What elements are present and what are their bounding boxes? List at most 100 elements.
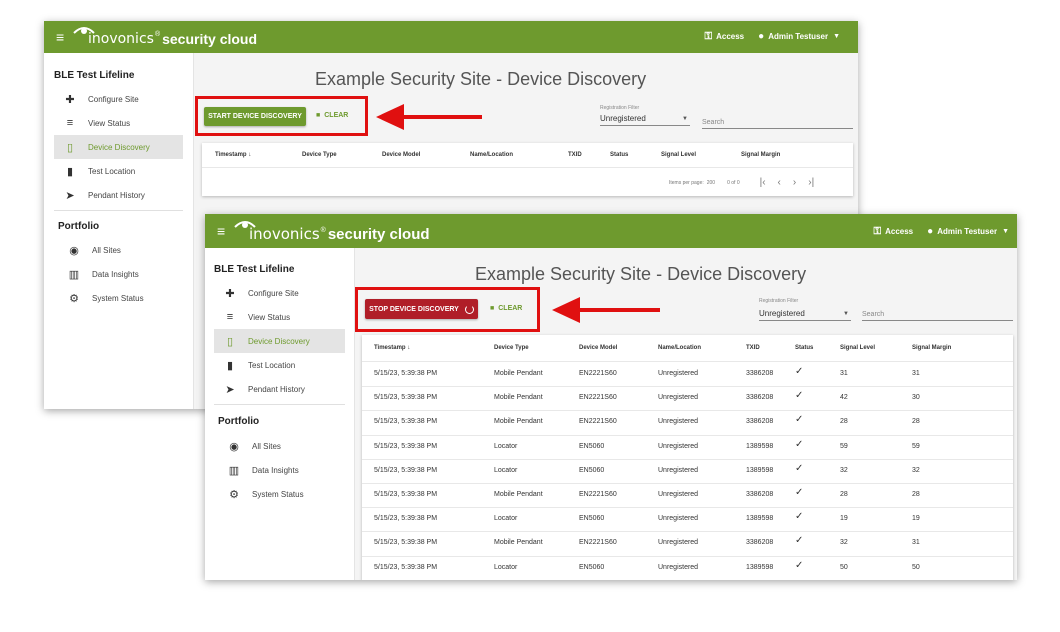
column-header[interactable]: Name/Location (470, 152, 513, 158)
column-header[interactable]: TXID (568, 152, 582, 158)
site-title: BLE Test Lifeline (214, 264, 295, 275)
key-icon: ⚿ (704, 31, 713, 42)
logo-brand: inovonics (249, 225, 320, 243)
app-window-after: ≡ inovonics ® security cloud ⚿ Access ● … (205, 214, 1017, 580)
sidebar-item-data-insights[interactable]: ▥ Data Insights (54, 262, 183, 286)
cell-timestamp: 5/15/23, 5:39:38 PM (374, 539, 438, 547)
column-header[interactable]: Status (610, 152, 628, 158)
table-row[interactable]: 5/15/23, 5:39:38 PM Locator EN5060 Unregist… (362, 459, 1013, 484)
previous-page-icon[interactable]: ‹ (778, 177, 781, 188)
sidebar-item-device-discovery[interactable]: ▯ Device Discovery (214, 329, 345, 353)
user-menu[interactable]: ● Admin Testuser ▼ (927, 226, 1009, 237)
cell-txid: 3386208 (746, 394, 774, 402)
sidebar-item-all-sites[interactable]: ◉ All Sites (54, 238, 183, 262)
check-icon: ✓ (795, 414, 804, 426)
user-icon: ● (927, 226, 934, 237)
column-header[interactable]: Timestamp ↓ (374, 345, 410, 351)
caret-down-icon: ▼ (843, 311, 849, 317)
sidebar: BLE Test Lifeline ✚ Configure Site ≡ View … (205, 248, 355, 580)
sidebar-item-configure-site[interactable]: ✚ Configure Site (54, 87, 183, 111)
cell-name-location: Unregistered (658, 491, 699, 498)
portfolio-title: Portfolio (58, 221, 100, 232)
sidebar-item-view-status[interactable]: ≡ View Status (54, 111, 183, 135)
column-header[interactable]: Signal Margin (912, 345, 951, 351)
cell-timestamp: 5/15/23, 5:39:38 PM (374, 394, 438, 402)
user-icon: ● (758, 31, 765, 42)
red-arrow-icon (376, 104, 482, 130)
cell-txid: 1389598 (746, 466, 774, 474)
last-page-icon[interactable]: ›| (808, 177, 814, 188)
sidebar-item-label: Test Location (88, 166, 136, 176)
table-row[interactable]: 5/15/23, 5:39:38 PM Locator EN5060 Unregist… (362, 507, 1013, 533)
user-menu[interactable]: ● Admin Testuser ▼ (758, 31, 840, 42)
column-header[interactable]: Name/Location (658, 345, 701, 351)
sidebar-item-label: Data Insights (92, 269, 139, 279)
app-logo[interactable]: inovonics ® security cloud (88, 31, 257, 47)
device-table: Timestamp ↓ Device Type Device Model Nam… (202, 143, 853, 196)
search-input[interactable]: Search (702, 114, 853, 129)
table-row[interactable]: 5/15/23, 5:39:38 PM Mobile Pendant EN2221S… (362, 531, 1013, 557)
start-button-highlight-box (195, 96, 368, 136)
table-row[interactable]: 5/15/23, 5:39:38 PM Mobile Pendant EN2221S… (362, 386, 1013, 412)
column-header[interactable]: Status (795, 345, 813, 351)
sidebar-item-label: Configure Site (88, 94, 139, 104)
logo-brand: inovonics (88, 31, 154, 47)
logo-trademark: ® (320, 227, 326, 234)
sidebar-item-all-sites[interactable]: ◉ All Sites (214, 434, 345, 458)
sidebar-item-test-location[interactable]: ▮ Test Location (214, 353, 345, 377)
sidebar-item-label: Pendant History (248, 384, 305, 394)
column-header[interactable]: TXID (746, 345, 760, 351)
column-header[interactable]: Device Type (302, 152, 337, 158)
cell-device-type: Mobile Pendant (494, 394, 543, 402)
sidebar-item-pendant-history[interactable]: ➤ Pendant History (214, 377, 345, 401)
column-header[interactable]: Signal Level (661, 152, 696, 158)
table-row[interactable]: 5/15/23, 5:39:38 PM Locator EN5060 Unregist… (362, 435, 1013, 460)
sidebar-item-device-discovery[interactable]: ▯ Device Discovery (54, 135, 183, 159)
items-per-page-select[interactable]: 200 (707, 180, 715, 186)
sidebar-item-data-insights[interactable]: ▥ Data Insights (214, 458, 345, 482)
sidebar-item-label: System Status (92, 293, 144, 303)
column-header[interactable]: Signal Margin (741, 152, 780, 158)
check-icon: ✓ (795, 438, 804, 450)
sidebar-item-system-status[interactable]: ⚙ System Status (214, 482, 345, 506)
cell-device-type: Mobile Pendant (494, 418, 543, 426)
registration-filter-select[interactable]: Registration Filter Unregistered ▼ (600, 105, 690, 126)
sidebar-item-pendant-history[interactable]: ➤ Pendant History (54, 183, 183, 207)
table-row[interactable]: 5/15/23, 5:39:38 PM Mobile Pendant EN2221S… (362, 410, 1013, 436)
column-header[interactable]: Signal Level (840, 345, 875, 351)
cell-signal-level: 19 (840, 515, 848, 523)
cell-signal-level: 31 (840, 370, 848, 377)
search-input[interactable]: Search (862, 306, 1013, 321)
cell-device-model: EN5060 (579, 515, 605, 523)
app-logo[interactable]: inovonics ® security cloud (249, 225, 430, 243)
hamburger-menu-icon[interactable]: ≡ (56, 30, 64, 44)
sidebar-item-test-location[interactable]: ▮ Test Location (54, 159, 183, 183)
column-header[interactable]: Device Model (579, 345, 617, 351)
hamburger-menu-icon[interactable]: ≡ (217, 224, 225, 238)
column-header[interactable]: Device Type (494, 345, 529, 351)
access-button[interactable]: ⚿ Access (704, 31, 744, 42)
sidebar-item-view-status[interactable]: ≡ View Status (214, 305, 345, 329)
items-per-page-label: Items per page: (669, 179, 704, 186)
cell-device-type: Mobile Pendant (494, 539, 543, 547)
table-row[interactable]: 5/15/23, 5:39:38 PM Mobile Pendant EN2221S… (362, 483, 1013, 509)
sidebar-item-configure-site[interactable]: ✚ Configure Site (214, 281, 345, 305)
sidebar-item-system-status[interactable]: ⚙ System Status (54, 286, 183, 310)
cell-device-model: EN5060 (579, 442, 605, 450)
column-header[interactable]: Timestamp ↓ (215, 152, 251, 158)
check-icon: ✓ (795, 390, 804, 402)
registration-filter-select[interactable]: Registration Filter Unregistered ▼ (759, 298, 851, 321)
cell-name-location: Unregistered (658, 370, 699, 377)
cell-txid: 1389598 (746, 515, 774, 523)
table-row[interactable]: 5/15/23, 5:39:38 PM Mobile Pendant EN2221S… (362, 362, 1013, 388)
access-label: Access (716, 32, 745, 41)
table-row[interactable]: 5/15/23, 5:39:38 PM Locator EN5060 Unregist… (362, 556, 1013, 580)
cell-txid: 3386208 (746, 418, 774, 426)
cell-timestamp: 5/15/23, 5:39:38 PM (374, 563, 438, 571)
next-page-icon[interactable]: › (793, 177, 796, 188)
access-button[interactable]: ⚿ Access (873, 226, 913, 237)
stop-button-highlight-box (355, 287, 540, 332)
first-page-icon[interactable]: |‹ (760, 177, 766, 188)
search-placeholder: Search (862, 311, 885, 318)
column-header[interactable]: Device Model (382, 152, 420, 158)
